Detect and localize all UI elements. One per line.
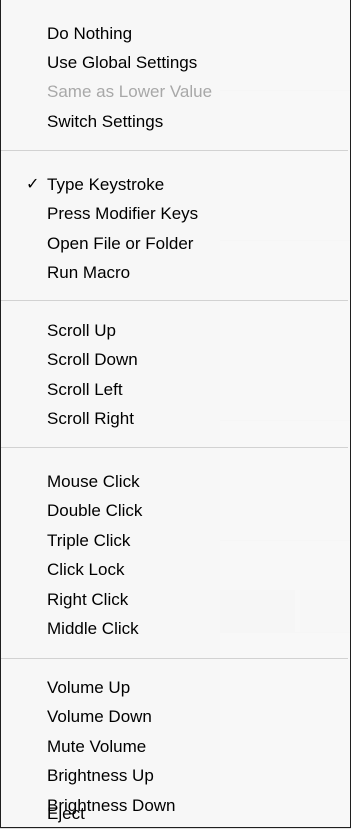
menu-item-volume-up[interactable]: Volume Up: [0, 673, 349, 703]
menu-item-label: Use Global Settings: [47, 53, 198, 72]
menu-item-run-macro[interactable]: Run Macro: [0, 258, 349, 288]
menu-item-do-nothing[interactable]: Do Nothing: [0, 19, 349, 49]
menu-item-label: Triple Click: [47, 531, 131, 550]
menu-item-label: Switch Settings: [47, 112, 164, 131]
menu-item-label: Middle Click: [47, 619, 139, 638]
menu-item-label: Eject: [47, 804, 85, 823]
menu-item-scroll-right[interactable]: Scroll Right: [0, 404, 349, 434]
menu-item-type-keystroke[interactable]: ✓ Type Keystroke: [0, 170, 349, 200]
menu-item-label: Right Click: [47, 590, 129, 609]
menu-separator: [1, 447, 348, 448]
menu-item-label: Open File or Folder: [47, 234, 194, 253]
menu-item-volume-down[interactable]: Volume Down: [0, 702, 349, 732]
menu-item-brightness-up[interactable]: Brightness Up: [0, 761, 349, 791]
menu-item-label: Scroll Right: [47, 409, 134, 428]
menu-item-label: Brightness Up: [47, 766, 154, 785]
screen: Do Nothing Use Global Settings Same as L…: [0, 0, 351, 829]
menu-item-label: Click Lock: [47, 560, 125, 579]
menu-item-same-as-lower-value: Same as Lower Value: [0, 77, 349, 107]
menu-item-label: Mute Volume: [47, 737, 147, 756]
menu-item-label: Press Modifier Keys: [47, 204, 199, 223]
menu-item-label: Double Click: [47, 501, 143, 520]
menu-item-eject[interactable]: Eject: [0, 800, 349, 828]
menu-item-label: Same as Lower Value: [47, 82, 213, 101]
menu-item-label: Scroll Up: [47, 321, 116, 340]
menu-item-label: Mouse Click: [47, 472, 140, 491]
menu-item-scroll-up[interactable]: Scroll Up: [0, 316, 349, 346]
menu-item-click-lock[interactable]: Click Lock: [0, 555, 349, 585]
menu-item-label: Run Macro: [47, 263, 131, 282]
menu-item-middle-click[interactable]: Middle Click: [0, 614, 349, 644]
menu-item-scroll-down[interactable]: Scroll Down: [0, 345, 349, 375]
menu-item-use-global-settings[interactable]: Use Global Settings: [0, 48, 349, 78]
menu-item-open-file-or-folder[interactable]: Open File or Folder: [0, 229, 349, 259]
menu-item-scroll-left[interactable]: Scroll Left: [0, 375, 349, 405]
menu-separator: [1, 150, 348, 151]
menu-item-label: Do Nothing: [47, 24, 133, 43]
menu-item-double-click[interactable]: Double Click: [0, 496, 349, 526]
check-icon: ✓: [26, 176, 40, 193]
menu-item-switch-settings[interactable]: Switch Settings: [0, 107, 349, 137]
menu-item-mute-volume[interactable]: Mute Volume: [0, 732, 349, 762]
menu-separator: [1, 300, 348, 301]
menu-item-label: Volume Down: [47, 707, 152, 726]
menu-item-label: Type Keystroke: [47, 175, 165, 194]
menu-item-label: Volume Up: [47, 678, 131, 697]
menu-item-mouse-click[interactable]: Mouse Click: [0, 467, 349, 497]
menu-item-right-click[interactable]: Right Click: [0, 585, 349, 615]
menu-item-triple-click[interactable]: Triple Click: [0, 526, 349, 556]
menu-separator: [1, 658, 348, 659]
menu-item-press-modifier-keys[interactable]: Press Modifier Keys: [0, 199, 349, 229]
menu-item-label: Scroll Left: [47, 380, 123, 399]
menu-item-label: Scroll Down: [47, 350, 138, 369]
